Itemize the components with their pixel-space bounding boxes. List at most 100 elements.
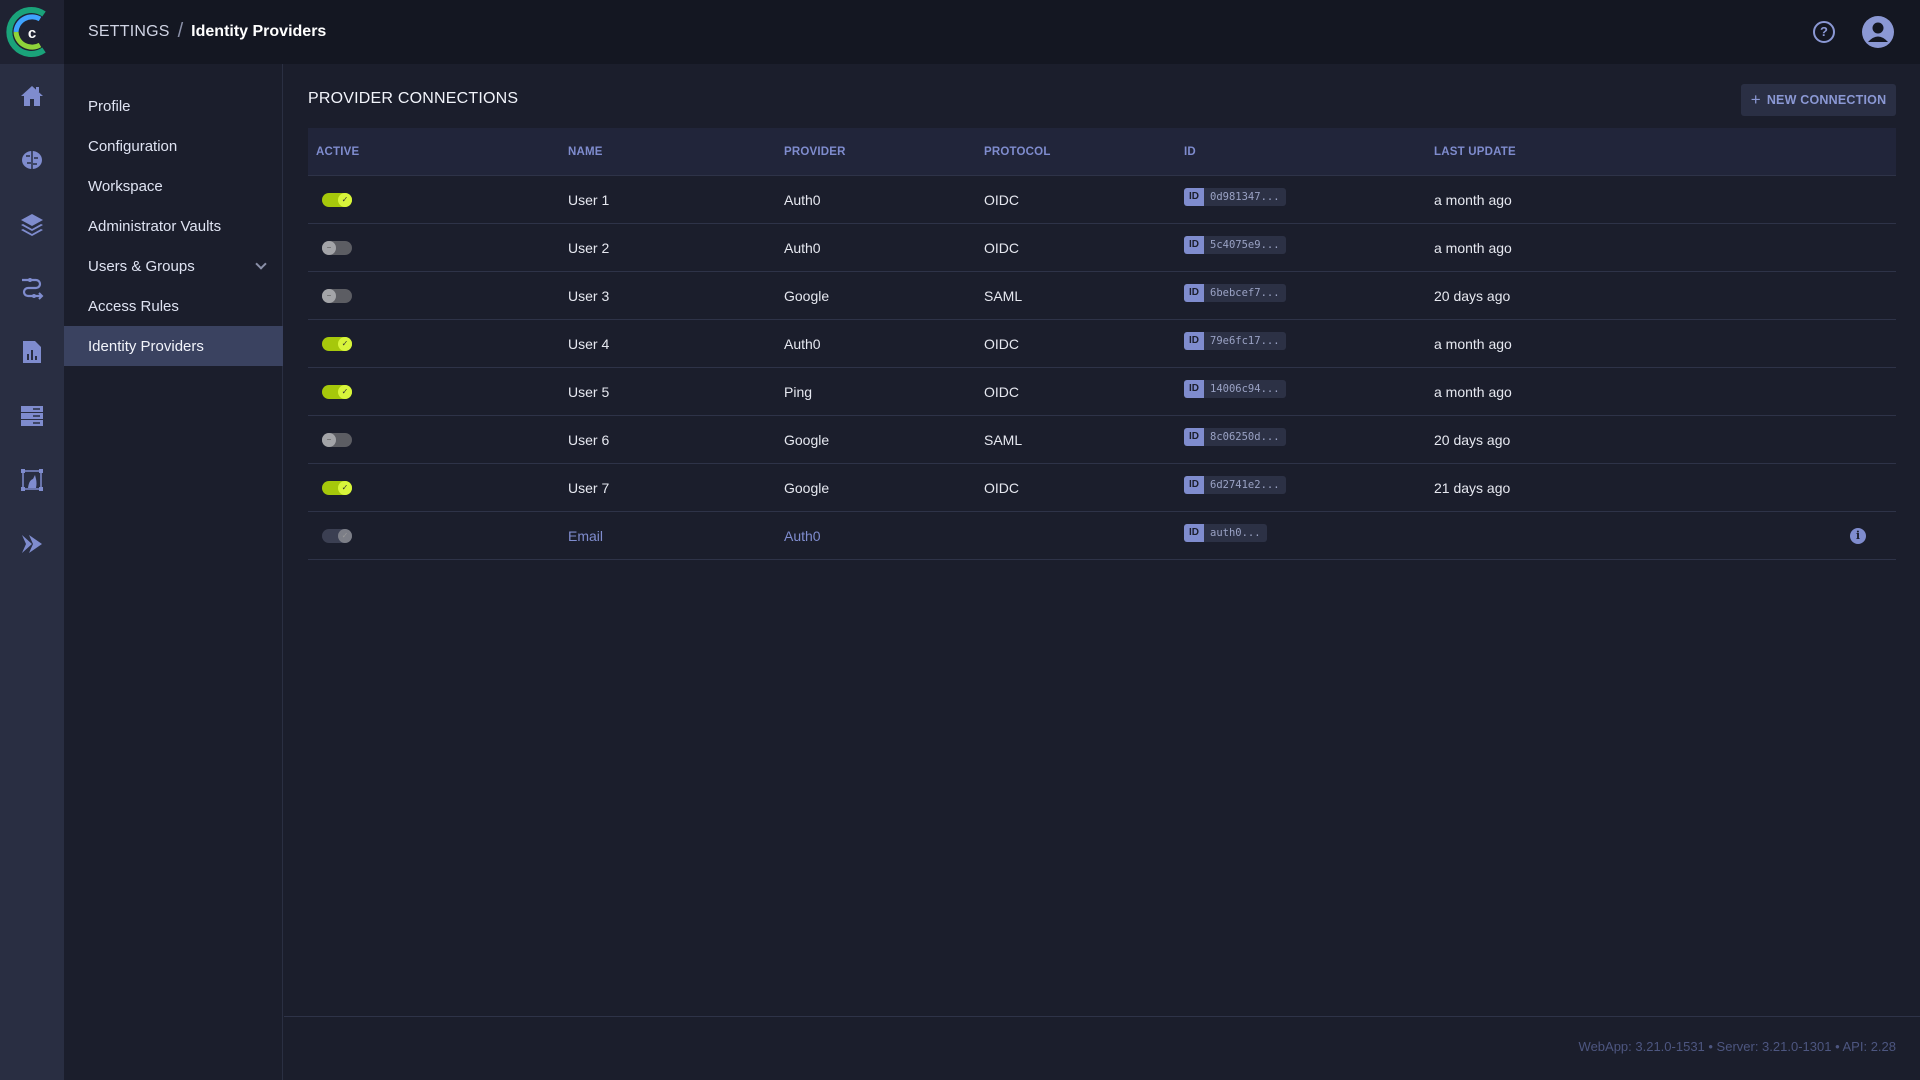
table-row[interactable]: ✓ User 4 Auth0 OIDC ID 79e6fc17... a month ago <box>308 320 1896 368</box>
cell-provider: Ping <box>784 384 813 400</box>
cell-last-update: a month ago <box>1434 240 1512 256</box>
table-row[interactable]: ✓ Email Auth0 ID auth0... i <box>308 512 1896 560</box>
id-chip[interactable]: ID 14006c94... <box>1184 380 1286 398</box>
pipelines-icon[interactable] <box>20 276 44 300</box>
cell-provider: Auth0 <box>784 528 821 544</box>
main-content: PROVIDER CONNECTIONS + NEW CONNECTION AC… <box>284 64 1920 1016</box>
cell-last-update: a month ago <box>1434 336 1512 352</box>
app-logo[interactable]: c <box>0 0 64 64</box>
cell-provider: Auth0 <box>784 240 821 256</box>
submenu-item-configuration[interactable]: Configuration <box>64 126 283 166</box>
cell-name[interactable]: User 3 <box>568 272 609 320</box>
cell-protocol: OIDC <box>984 240 1019 256</box>
cell-protocol: OIDC <box>984 336 1019 352</box>
layers-icon[interactable] <box>20 212 44 236</box>
check-icon: ✓ <box>338 385 352 399</box>
column-header-id[interactable]: ID <box>1184 128 1196 176</box>
submenu-item-workspace[interactable]: Workspace <box>64 166 283 206</box>
id-value: 6d2741e2... <box>1210 479 1280 491</box>
new-connection-button[interactable]: + NEW CONNECTION <box>1741 84 1896 116</box>
table-row[interactable]: ✓ User 5 Ping OIDC ID 14006c94... a month ago <box>308 368 1896 416</box>
report-icon[interactable] <box>20 340 44 364</box>
submenu-label: Profile <box>88 97 131 115</box>
submenu-label: Administrator Vaults <box>88 217 222 235</box>
cell-name[interactable]: User 6 <box>568 416 609 464</box>
person-icon <box>1868 22 1888 42</box>
active-toggle[interactable]: ✓ <box>322 337 352 351</box>
home-icon[interactable] <box>20 84 44 108</box>
id-chip[interactable]: ID 79e6fc17... <box>1184 332 1286 350</box>
id-tag: ID <box>1184 524 1204 542</box>
check-icon: ✓ <box>338 337 352 351</box>
cell-provider: Auth0 <box>784 192 821 208</box>
id-chip[interactable]: ID 6d2741e2... <box>1184 476 1286 494</box>
dataset-icon[interactable] <box>20 468 44 492</box>
minus-icon: − <box>322 433 336 447</box>
breadcrumb-settings[interactable]: SETTINGS <box>88 23 170 41</box>
check-icon: ✓ <box>338 481 352 495</box>
id-tag: ID <box>1184 284 1204 302</box>
active-toggle[interactable]: ✓ <box>322 193 352 207</box>
user-avatar-icon[interactable] <box>1862 16 1894 48</box>
active-toggle[interactable]: ✓ <box>322 481 352 495</box>
column-header-provider[interactable]: PROVIDER <box>784 128 846 176</box>
id-chip[interactable]: ID 5c4075e9... <box>1184 236 1286 254</box>
submenu-label: Configuration <box>88 137 178 155</box>
check-icon: ✓ <box>338 529 352 543</box>
cell-name[interactable]: User 5 <box>568 368 609 416</box>
table-row[interactable]: − User 6 Google SAML ID 8c06250d... 20 days ag… <box>308 416 1896 464</box>
table-row[interactable]: ✓ User 7 Google OIDC ID 6d2741e2... 21 days ag… <box>308 464 1896 512</box>
chevron-down-icon[interactable] <box>255 258 267 270</box>
submenu-item-identity-providers[interactable]: Identity Providers <box>64 326 283 366</box>
id-chip[interactable]: ID 6bebcef7... <box>1184 284 1286 302</box>
active-toggle[interactable]: − <box>322 289 352 303</box>
column-header-name[interactable]: NAME <box>568 128 603 176</box>
cell-name[interactable]: Email <box>568 512 603 560</box>
breadcrumb: SETTINGS / Identity Providers <box>88 20 326 43</box>
version-info: WebApp: 3.21.0-1531 • Server: 3.21.0-130… <box>1578 1039 1896 1054</box>
id-tag: ID <box>1184 476 1204 494</box>
table-row[interactable]: − User 3 Google SAML ID 6bebcef7... 20 days ag… <box>308 272 1896 320</box>
id-chip[interactable]: ID 8c06250d... <box>1184 428 1286 446</box>
column-header-protocol[interactable]: PROTOCOL <box>984 128 1051 176</box>
deploy-icon[interactable] <box>20 532 44 556</box>
active-toggle[interactable]: − <box>322 433 352 447</box>
cell-last-update: a month ago <box>1434 384 1512 400</box>
table-row[interactable]: − User 2 Auth0 OIDC ID 5c4075e9... a month ago <box>308 224 1896 272</box>
id-chip[interactable]: ID auth0... <box>1184 524 1267 542</box>
submenu-item-access-rules[interactable]: Access Rules <box>64 286 283 326</box>
brain-icon[interactable] <box>20 148 44 172</box>
submenu-label: Workspace <box>88 177 163 195</box>
cell-provider: Auth0 <box>784 336 821 352</box>
footer: WebApp: 3.21.0-1531 • Server: 3.21.0-130… <box>284 1016 1920 1080</box>
cell-protocol: OIDC <box>984 384 1019 400</box>
id-value: 5c4075e9... <box>1210 239 1280 251</box>
column-header-active[interactable]: ACTIVE <box>316 128 359 176</box>
help-icon[interactable]: ? <box>1813 21 1835 43</box>
submenu-item-profile[interactable]: Profile <box>64 86 283 126</box>
column-header-last-update[interactable]: LAST UPDATE <box>1434 128 1516 176</box>
id-tag: ID <box>1184 380 1204 398</box>
active-toggle[interactable]: − <box>322 241 352 255</box>
cell-name[interactable]: User 2 <box>568 224 609 272</box>
cell-name[interactable]: User 1 <box>568 176 609 224</box>
submenu-item-administrator-vaults[interactable]: Administrator Vaults <box>64 206 283 246</box>
svg-text:c: c <box>28 25 36 42</box>
new-connection-label: NEW CONNECTION <box>1766 93 1887 107</box>
submenu-item-users-groups[interactable]: Users & Groups <box>64 246 283 286</box>
active-toggle[interactable]: ✓ <box>322 529 352 543</box>
info-icon[interactable]: i <box>1850 528 1866 544</box>
id-tag: ID <box>1184 332 1204 350</box>
cell-name[interactable]: User 4 <box>568 320 609 368</box>
table-row[interactable]: ✓ User 1 Auth0 OIDC ID 0d981347... a month ago <box>308 176 1896 224</box>
cell-provider: Google <box>784 288 830 304</box>
id-tag: ID <box>1184 236 1204 254</box>
settings-submenu: Profile Configuration Workspace Administ… <box>64 64 283 1080</box>
id-chip[interactable]: ID 0d981347... <box>1184 188 1286 206</box>
active-toggle[interactable]: ✓ <box>322 385 352 399</box>
servers-icon[interactable] <box>20 404 44 428</box>
cell-protocol: SAML <box>984 288 1023 304</box>
cell-last-update: 20 days ago <box>1434 432 1511 448</box>
cell-name[interactable]: User 7 <box>568 464 609 512</box>
connections-table: ACTIVE NAME PROVIDER PROTOCOL ID LAST UP… <box>308 128 1896 560</box>
